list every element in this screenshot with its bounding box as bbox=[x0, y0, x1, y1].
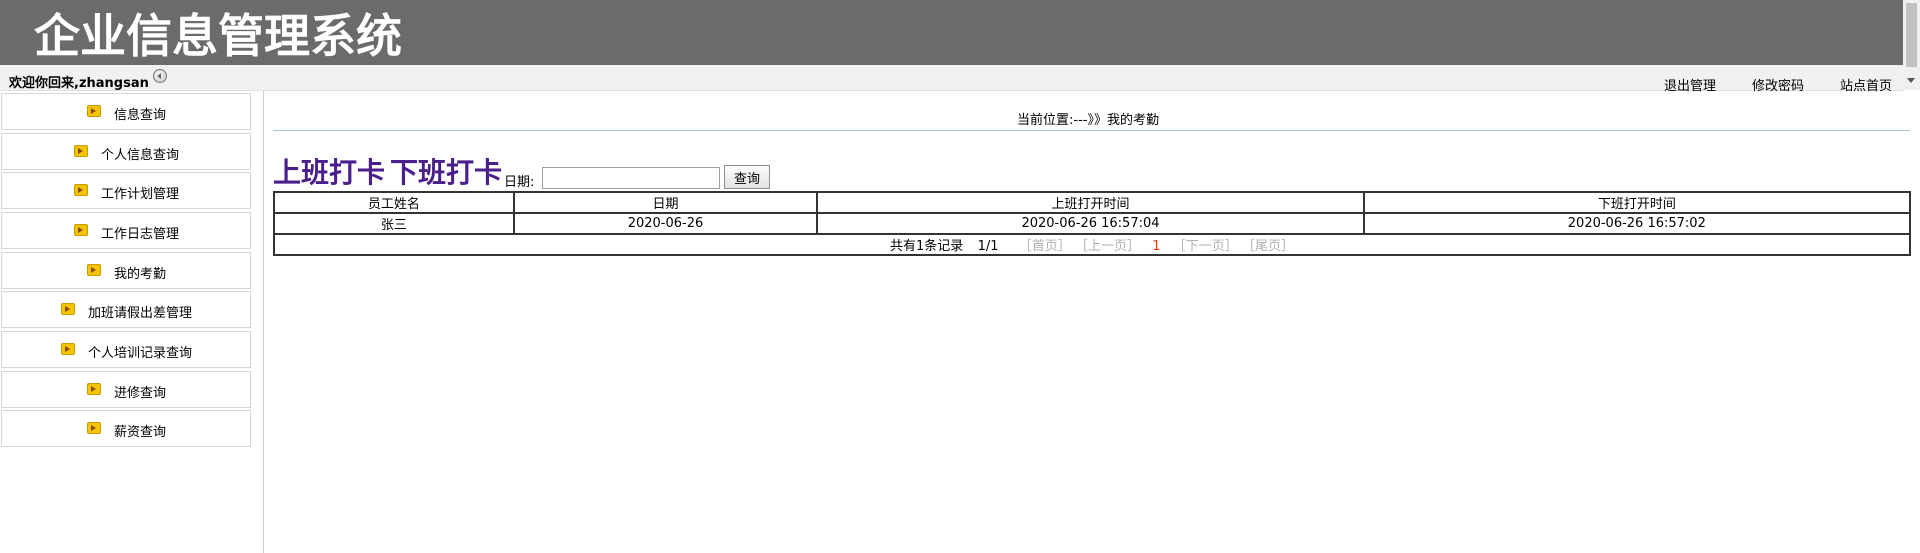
date-label: 日期: bbox=[504, 175, 535, 190]
search-button[interactable]: 查询 bbox=[724, 165, 770, 189]
arrow-right-icon bbox=[87, 422, 101, 434]
cell-date: 2020-06-26 bbox=[512, 212, 819, 235]
sidebar: 信息查询 个人信息查询 工作计划管理 工作日志管理 我的考勤 加班请假出差管理 … bbox=[0, 91, 264, 553]
divider bbox=[273, 130, 1910, 131]
top-bar: 欢迎你回来,zhangsan 退出管理 修改密码 站点首页 bbox=[0, 65, 1903, 94]
arrow-right-icon bbox=[87, 383, 101, 395]
column-header-date: 日期 bbox=[512, 191, 819, 214]
sidebar-item-personal-info[interactable]: 个人信息查询 bbox=[1, 133, 251, 170]
sidebar-item-label: 个人信息查询 bbox=[101, 148, 180, 163]
app-title: 企业信息管理系统 bbox=[34, 9, 402, 63]
sidebar-item-label: 工作日志管理 bbox=[101, 227, 180, 242]
pager-next[interactable]: ［下一页］ bbox=[1173, 239, 1238, 254]
arrow-right-icon bbox=[74, 145, 88, 157]
sidebar-item-further-study[interactable]: 进修查询 bbox=[1, 371, 251, 408]
sidebar-item-my-attendance[interactable]: 我的考勤 bbox=[1, 252, 251, 289]
pager-page-info: 1/1 bbox=[977, 239, 999, 254]
sidebar-item-work-plan[interactable]: 工作计划管理 bbox=[1, 172, 251, 209]
sidebar-item-work-log[interactable]: 工作日志管理 bbox=[1, 212, 251, 249]
table-row: 张三 2020-06-26 2020-06-26 16:57:04 2020-0… bbox=[273, 212, 1912, 235]
sidebar-item-label: 信息查询 bbox=[114, 108, 167, 123]
pager-row: 共有1条记录 1/1 ［首页］ ［上一页］ 1 ［下一页］ ［尾页］ bbox=[273, 233, 1911, 256]
cell-employee-name: 张三 bbox=[273, 212, 515, 235]
arrow-right-icon bbox=[74, 224, 88, 236]
sidebar-item-label: 薪资查询 bbox=[114, 425, 167, 440]
breadcrumb: 当前位置:---》》我的考勤 bbox=[1017, 113, 1159, 128]
vertical-scrollbar[interactable] bbox=[1903, 0, 1920, 90]
sidebar-item-overtime-leave[interactable]: 加班请假出差管理 bbox=[1, 291, 251, 328]
attendance-table: 员工姓名 日期 上班打开时间 下班打开时间 张三 2020-06-26 2020… bbox=[273, 191, 1912, 256]
pager-prev[interactable]: ［上一页］ bbox=[1075, 239, 1140, 254]
table-header-row: 员工姓名 日期 上班打开时间 下班打开时间 bbox=[273, 191, 1912, 214]
back-icon[interactable] bbox=[153, 69, 167, 83]
sidebar-item-info-query[interactable]: 信息查询 bbox=[1, 93, 251, 130]
pager-summary: 共有1条记录 bbox=[890, 239, 964, 254]
app-header: 企业信息管理系统 bbox=[0, 0, 1920, 65]
clock-out-button[interactable]: 下班打卡 bbox=[390, 155, 502, 191]
arrow-right-icon bbox=[61, 303, 75, 315]
site-home-link[interactable]: 站点首页 bbox=[1840, 75, 1892, 94]
sidebar-item-label: 我的考勤 bbox=[114, 267, 167, 282]
scrollbar-thumb[interactable] bbox=[1906, 3, 1917, 67]
pager-last[interactable]: ［尾页］ bbox=[1242, 239, 1294, 254]
scrollbar-down-arrow-icon[interactable] bbox=[1907, 78, 1915, 83]
pager-current-page[interactable]: 1 bbox=[1152, 239, 1160, 254]
logout-link[interactable]: 退出管理 bbox=[1664, 75, 1716, 94]
sidebar-item-label: 个人培训记录查询 bbox=[88, 346, 193, 361]
arrow-right-icon bbox=[87, 105, 101, 117]
date-input[interactable] bbox=[542, 167, 720, 189]
pager: 共有1条记录 1/1 ［首页］ ［上一页］ 1 ［下一页］ ［尾页］ bbox=[273, 233, 1911, 256]
clock-in-button[interactable]: 上班打卡 bbox=[273, 155, 385, 191]
pager-first[interactable]: ［首页］ bbox=[1019, 239, 1071, 254]
sidebar-item-label: 工作计划管理 bbox=[101, 187, 180, 202]
column-header-clock-out-time: 下班打开时间 bbox=[1362, 191, 1912, 214]
cell-clock-out-time: 2020-06-26 16:57:02 bbox=[1362, 212, 1912, 235]
column-header-employee-name: 员工姓名 bbox=[273, 191, 515, 214]
welcome-text: 欢迎你回来,zhangsan bbox=[9, 76, 149, 91]
column-header-clock-in-time: 上班打开时间 bbox=[816, 191, 1365, 214]
change-password-link[interactable]: 修改密码 bbox=[1752, 75, 1804, 94]
sidebar-item-training-records[interactable]: 个人培训记录查询 bbox=[1, 331, 251, 368]
sidebar-item-salary[interactable]: 薪资查询 bbox=[1, 410, 251, 447]
arrow-right-icon bbox=[61, 343, 75, 355]
arrow-right-icon bbox=[74, 184, 88, 196]
sidebar-item-label: 进修查询 bbox=[114, 386, 167, 401]
arrow-right-icon bbox=[87, 264, 101, 276]
cell-clock-in-time: 2020-06-26 16:57:04 bbox=[816, 212, 1365, 235]
sidebar-item-label: 加班请假出差管理 bbox=[88, 306, 193, 321]
